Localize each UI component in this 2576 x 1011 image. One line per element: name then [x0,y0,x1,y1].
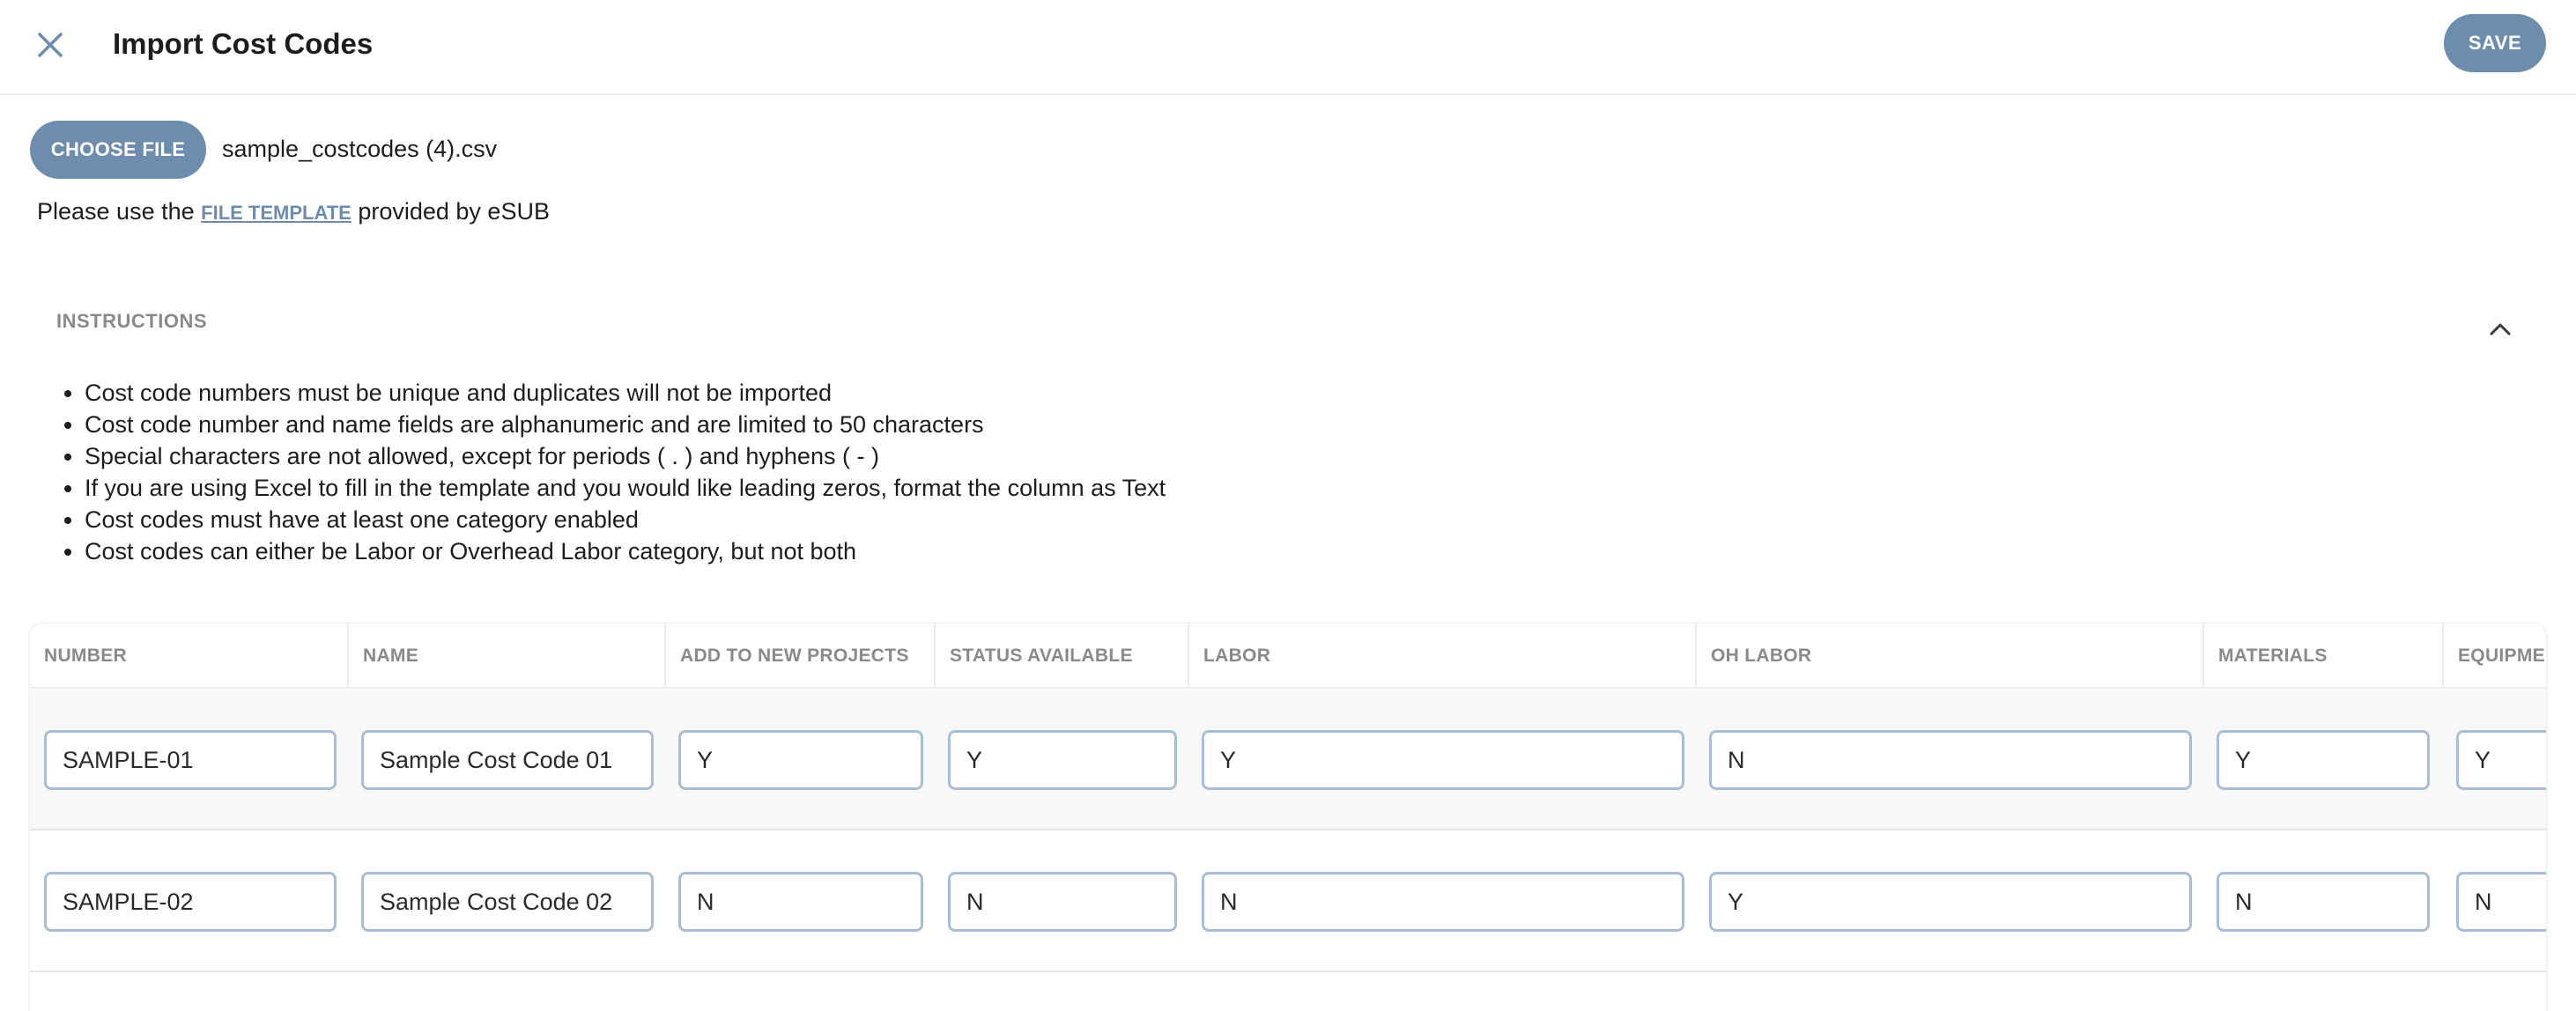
status-available-input[interactable] [948,872,1177,932]
name-input[interactable] [361,872,654,932]
instruction-item: Cost code number and name fields are alp… [85,409,2199,440]
selected-file-name: sample_costcodes (4).csv [222,136,498,162]
add-to-new-projects-input[interactable] [678,730,923,790]
instruction-item: Special characters are not allowed, exce… [85,440,2199,472]
name-input[interactable] [361,730,654,790]
column-header-oh-labor: OH LABOR [1697,624,2204,689]
template-note-suffix: provided by eSUB [351,198,550,225]
instructions-list: Cost code numbers must be unique and dup… [85,377,2199,567]
page-title: Import Cost Codes [113,27,374,60]
column-header-add-to-new-projects: ADD TO NEW PROJECTS [666,624,936,689]
labor-input[interactable] [1202,730,1684,790]
oh-labor-input[interactable] [1709,872,2192,932]
instruction-item: Cost codes can either be Labor or Overhe… [85,535,2199,567]
column-header-name: NAME [349,624,666,689]
template-note-prefix: Please use the [37,198,202,225]
cost-codes-table: NUMBER NAME ADD TO NEW PROJECTS STATUS A… [30,624,2546,1011]
save-button[interactable]: SAVE [2444,14,2546,72]
instruction-item: If you are using Excel to fill in the te… [85,472,2199,504]
table-header: NUMBER NAME ADD TO NEW PROJECTS STATUS A… [30,624,2546,689]
choose-file-button[interactable]: CHOOSE FILE [30,121,206,179]
equipment-input[interactable] [2456,872,2546,932]
chevron-up-icon [2490,323,2511,336]
file-template-link[interactable]: FILE TEMPLATE [201,202,352,224]
dialog-header: Import Cost Codes SAVE [0,0,2576,95]
column-header-materials: MATERIALS [2204,624,2444,689]
instructions-heading: INSTRUCTIONS [56,310,207,332]
materials-input[interactable] [2217,730,2430,790]
close-icon [38,33,63,57]
status-available-input[interactable] [948,730,1177,790]
labor-input[interactable] [1202,872,1684,932]
close-button[interactable] [28,23,72,67]
oh-labor-input[interactable] [1709,730,2192,790]
table-row [30,690,2546,830]
template-note: Please use the FILE TEMPLATE provided by… [37,196,550,229]
number-input[interactable] [44,872,337,932]
add-to-new-projects-input[interactable] [678,872,923,932]
column-header-number: NUMBER [30,624,349,689]
table-row [30,831,2546,972]
instruction-item: Cost code numbers must be unique and dup… [85,377,2199,409]
column-header-status-available: STATUS AVAILABLE [936,624,1189,689]
instructions-collapse-button[interactable] [2481,310,2520,349]
column-header-labor: LABOR [1189,624,1697,689]
number-input[interactable] [44,730,337,790]
equipment-input[interactable] [2456,730,2546,790]
instruction-item: Cost codes must have at least one catego… [85,504,2199,535]
materials-input[interactable] [2217,872,2430,932]
column-header-equipment: EQUIPME [2458,646,2545,666]
